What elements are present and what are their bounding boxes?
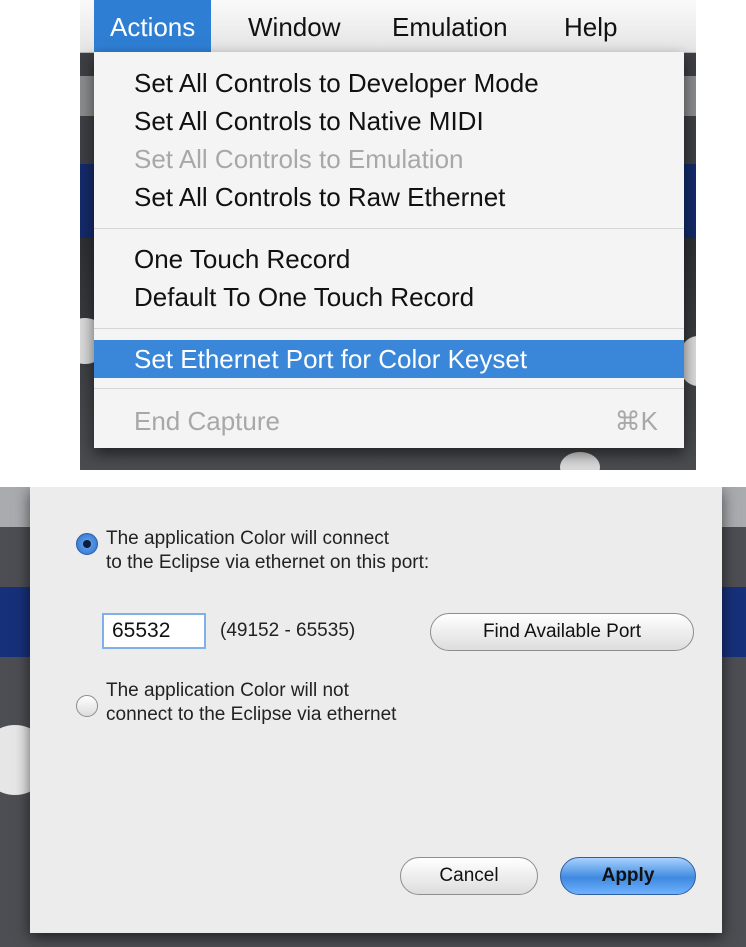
find-available-port-button[interactable]: Find Available Port (430, 613, 694, 651)
ethernet-port-dialog: The application Color will connect to th… (30, 487, 722, 933)
menu-separator (94, 328, 684, 329)
cancel-button[interactable]: Cancel (400, 857, 538, 895)
radio-dot (83, 540, 91, 548)
apply-button[interactable]: Apply (560, 857, 696, 895)
menu-separator (94, 388, 684, 389)
menu-item-emulation: Set All Controls to Emulation (134, 144, 464, 174)
radio-connect[interactable] (76, 533, 98, 555)
menu-actions[interactable]: Actions (94, 0, 212, 52)
radio-no-connect[interactable] (76, 695, 98, 717)
menu-item-end-capture: End Capture ⌘K (94, 402, 684, 440)
option-connect-line1: The application Color will connect (106, 528, 390, 549)
menu-item-label: End Capture (134, 406, 280, 436)
menu-separator (94, 228, 684, 229)
menu-item-raw-ethernet[interactable]: Set All Controls to Raw Ethernet (94, 178, 684, 216)
option-no-connect-label: The application Color will not connect t… (106, 679, 396, 727)
menu-item-native-midi[interactable]: Set All Controls to Native MIDI (94, 102, 684, 140)
keyboard-shortcut: ⌘K (614, 406, 658, 436)
menu-item-default-one-touch-record[interactable]: Default To One Touch Record (94, 278, 684, 316)
option-no-connect-line1: The application Color will not (106, 680, 349, 701)
menu-screenshot: Actions Window Emulation Help Set All Co… (80, 0, 696, 470)
port-range-hint: (49152 - 65535) (220, 620, 356, 641)
menu-help[interactable]: Help (548, 0, 633, 52)
actions-dropdown-menu: Set All Controls to Developer Mode Set A… (94, 52, 684, 448)
option-connect-label: The application Color will connect to th… (106, 527, 429, 575)
menu-window[interactable]: Window (232, 0, 356, 52)
dialog-screenshot: The application Color will connect to th… (0, 487, 746, 947)
menu-item-one-touch-record[interactable]: One Touch Record (94, 240, 684, 278)
option-no-connect-line2: connect to the Eclipse via ethernet (106, 704, 397, 725)
menu-item-developer-mode[interactable]: Set All Controls to Developer Mode (94, 64, 684, 102)
menu-bar: Actions Window Emulation Help (80, 0, 696, 53)
port-input[interactable]: 65532 (102, 613, 206, 649)
menu-emulation[interactable]: Emulation (376, 0, 524, 52)
option-connect-line2: to the Eclipse via ethernet on this port… (106, 552, 430, 573)
menu-item-set-ethernet-port[interactable]: Set Ethernet Port for Color Keyset (94, 340, 684, 378)
